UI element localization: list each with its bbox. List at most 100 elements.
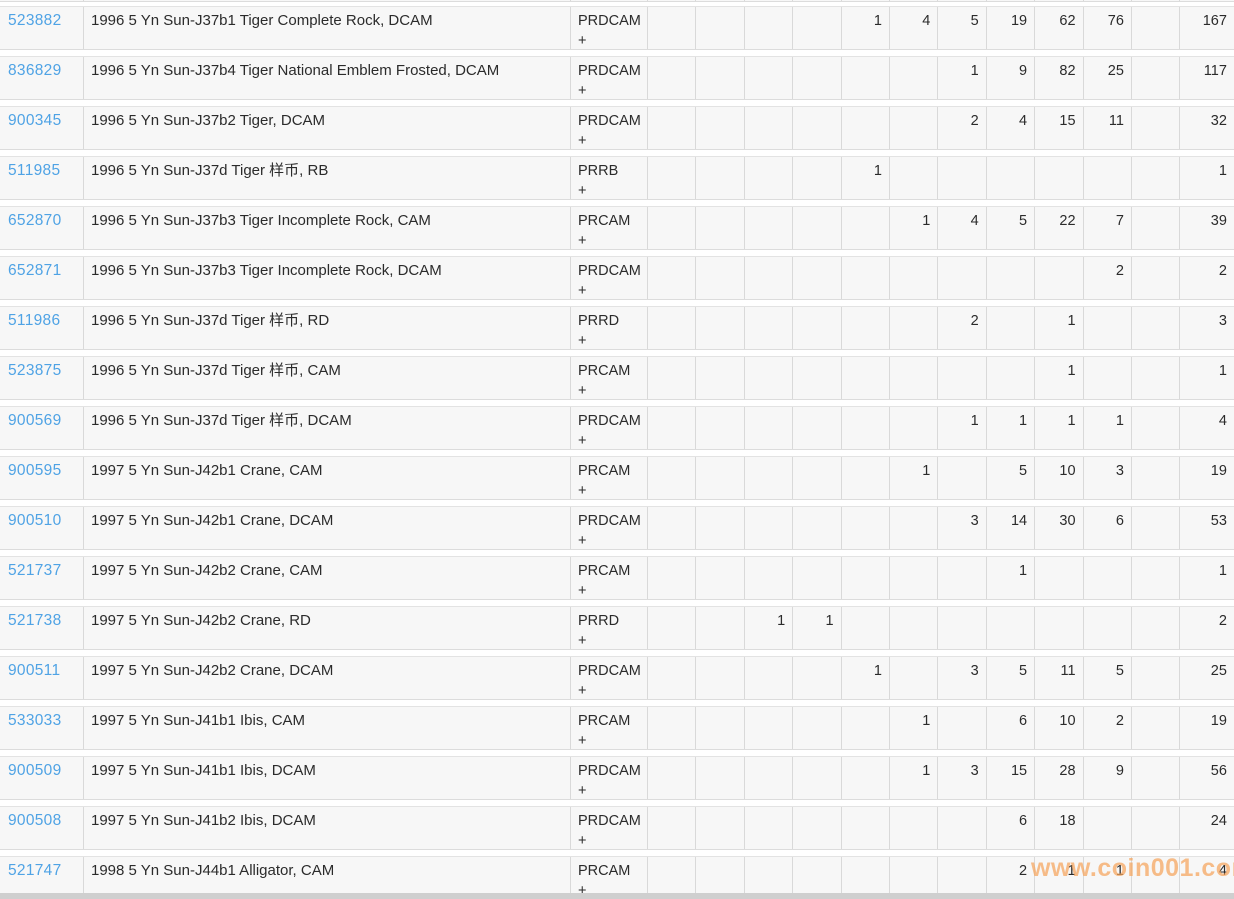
coin-id-link[interactable]: 511985 <box>8 162 60 179</box>
grade-count-cell <box>938 807 986 849</box>
total-count-cell: 39 <box>1180 207 1234 249</box>
coin-description: 1996 5 Yn Sun-J37d Tiger 样币, RD <box>84 307 571 349</box>
grade-count-cell <box>938 457 986 499</box>
grade-count-cell <box>987 607 1035 649</box>
coin-id-link[interactable]: 836829 <box>8 62 62 79</box>
grade-count-cell: 2 <box>938 107 986 149</box>
grade-count-cell <box>987 0 1035 2</box>
grade-count-cell <box>1084 357 1132 399</box>
coin-id-link[interactable]: 900595 <box>8 462 62 479</box>
grade-count-cell <box>1132 407 1180 449</box>
designation-cell: PRCAM + <box>571 357 648 399</box>
grade-count-cell <box>696 407 744 449</box>
grade-count-cell: 6 <box>1084 507 1132 549</box>
designation-label: PRDCAM <box>578 761 640 781</box>
grade-count-cell: 1 <box>842 657 890 699</box>
grade-count-cell <box>1035 607 1083 649</box>
coin-id-link[interactable]: 900511 <box>8 662 60 679</box>
grade-count-cell <box>1035 557 1083 599</box>
grade-count-cell: 62 <box>1035 7 1083 49</box>
coin-id-link[interactable]: 521738 <box>8 612 62 629</box>
grade-count-cell <box>842 0 890 2</box>
grade-count-cell <box>842 57 890 99</box>
grade-count-cell <box>1132 807 1180 849</box>
coin-description: 1997 5 Yn Sun-J42b2 Crane, RD <box>84 607 571 649</box>
grade-count-cell: 2 <box>1084 707 1132 749</box>
grade-count-cell <box>696 507 744 549</box>
grade-count-cell <box>938 607 986 649</box>
designation-cell: PRDCAM + <box>571 7 648 49</box>
coin-id-link[interactable]: 900508 <box>8 812 62 829</box>
coin-id-link[interactable]: 652871 <box>8 262 62 279</box>
grade-count-cell <box>890 307 938 349</box>
grade-count-cell <box>648 57 696 99</box>
grade-count-cell: 30 <box>1035 507 1083 549</box>
coin-description: 1997 5 Yn Sun-J42b1 Crane, DCAM <box>84 507 571 549</box>
grade-count-cell <box>793 807 841 849</box>
coin-id-cell <box>0 0 84 2</box>
designation-plus: + <box>578 781 640 799</box>
coin-id-link[interactable]: 900569 <box>8 412 62 429</box>
coin-id-cell: 900345 <box>0 107 84 149</box>
designation-cell: PRDCAM + <box>571 657 648 699</box>
grade-count-cell: 1 <box>987 557 1035 599</box>
total-count-cell: 53 <box>1180 507 1234 549</box>
coin-id-link[interactable]: 511986 <box>8 312 60 329</box>
grade-count-cell <box>696 607 744 649</box>
designation-label: PRRD <box>578 311 640 331</box>
horizontal-scrollbar[interactable] <box>0 893 1234 899</box>
grade-count-cell: 1 <box>890 707 938 749</box>
coin-id-link[interactable]: 652870 <box>8 212 62 229</box>
coin-id-link[interactable]: 900345 <box>8 112 62 129</box>
designation-plus: + <box>578 581 640 599</box>
table-row: 900569 1996 5 Yn Sun-J37d Tiger 样币, DCAM… <box>0 406 1234 450</box>
grade-count-cell: 10 <box>1035 457 1083 499</box>
grade-count-cell <box>696 357 744 399</box>
grade-count-cell <box>793 757 841 799</box>
table-row: 652871 1996 5 Yn Sun-J37b3 Tiger Incompl… <box>0 256 1234 300</box>
table-row-partial <box>0 0 1234 2</box>
designation-cell <box>571 0 648 2</box>
grade-count-cell <box>793 257 841 299</box>
grade-count-cell <box>842 757 890 799</box>
grade-count-cell <box>745 257 793 299</box>
grade-count-cell <box>1132 707 1180 749</box>
coin-id-link[interactable]: 523875 <box>8 362 62 379</box>
table-row: 900508 1997 5 Yn Sun-J41b2 Ibis, DCAM PR… <box>0 806 1234 850</box>
grade-count-cell: 9 <box>987 57 1035 99</box>
grade-count-cell <box>696 657 744 699</box>
grade-count-cell <box>648 457 696 499</box>
grade-count-cell: 1 <box>938 407 986 449</box>
coin-id-link[interactable]: 523882 <box>8 12 62 29</box>
coin-id-link[interactable]: 533033 <box>8 712 62 729</box>
grade-count-cell <box>648 257 696 299</box>
grade-count-cell: 3 <box>1084 457 1132 499</box>
grade-count-cell <box>696 557 744 599</box>
designation-cell: PRCAM + <box>571 207 648 249</box>
grade-count-cell <box>648 7 696 49</box>
designation-cell: PRCAM + <box>571 457 648 499</box>
grade-count-cell: 2 <box>938 307 986 349</box>
grade-count-cell: 6 <box>987 707 1035 749</box>
grade-count-cell <box>745 807 793 849</box>
designation-plus: + <box>578 481 640 499</box>
grade-count-cell <box>890 57 938 99</box>
grade-count-cell: 1 <box>1035 307 1083 349</box>
grade-count-cell: 15 <box>987 757 1035 799</box>
grade-count-cell: 5 <box>938 7 986 49</box>
grade-count-cell <box>793 407 841 449</box>
table-row: 836829 1996 5 Yn Sun-J37b4 Tiger Nationa… <box>0 56 1234 100</box>
grade-count-cell <box>648 807 696 849</box>
coin-id-link[interactable]: 900509 <box>8 762 62 779</box>
total-count-cell: 24 <box>1180 807 1234 849</box>
grade-count-cell <box>938 707 986 749</box>
grade-count-cell: 11 <box>1084 107 1132 149</box>
table-row: 900511 1997 5 Yn Sun-J42b2 Crane, DCAM P… <box>0 656 1234 700</box>
coin-id-link[interactable]: 521737 <box>8 562 62 579</box>
designation-plus: + <box>578 131 640 149</box>
coin-id-link[interactable]: 900510 <box>8 512 62 529</box>
coin-id-link[interactable]: 521747 <box>8 862 62 879</box>
grade-count-cell <box>648 207 696 249</box>
grade-count-cell <box>1132 57 1180 99</box>
grade-count-cell <box>1132 657 1180 699</box>
